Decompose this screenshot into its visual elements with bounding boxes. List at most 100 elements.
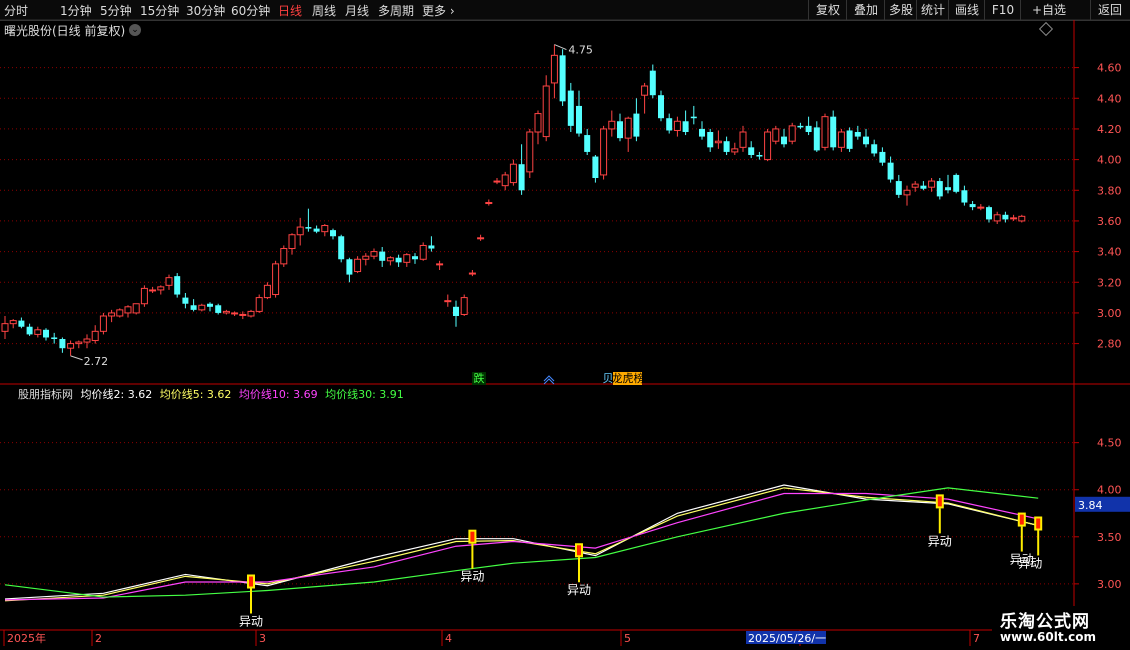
candle-body <box>699 128 705 137</box>
candle-body <box>330 230 336 237</box>
price-tick-label: 3.60 <box>1097 215 1122 228</box>
candle-body <box>453 306 459 316</box>
candle-body <box>509 163 517 184</box>
candle-body <box>395 257 402 263</box>
candle-body <box>993 214 1001 222</box>
candle-body <box>846 130 853 149</box>
candle-body <box>239 313 247 316</box>
signal-bar-core <box>577 545 581 556</box>
candle-body <box>51 337 58 339</box>
candle-body <box>9 320 17 325</box>
candle-body <box>75 341 83 345</box>
x-axis-label: 2025年 <box>7 631 46 645</box>
candle-body <box>428 245 435 249</box>
candle-body <box>403 254 411 263</box>
candle-body <box>272 263 280 296</box>
candle-body <box>280 248 288 265</box>
candle-body <box>821 116 829 148</box>
candle-body <box>231 312 239 315</box>
candle-body <box>222 310 230 314</box>
candle-body <box>419 244 427 260</box>
x-axis-label: 3 <box>259 632 266 645</box>
candle-body <box>379 251 386 261</box>
candle-body <box>132 303 140 314</box>
candle-body <box>559 55 566 102</box>
candle-body <box>116 309 124 317</box>
signal-bar-core <box>1019 514 1024 525</box>
watermark-title: 乐淘公式网 <box>1000 612 1090 632</box>
candle-body <box>190 305 197 310</box>
candle-body <box>99 315 107 332</box>
candle-body <box>658 95 664 119</box>
candle-body <box>608 120 616 130</box>
candle-body <box>1010 217 1018 220</box>
candle-body <box>837 131 845 148</box>
signal-label: 异动 <box>1018 557 1042 571</box>
candle-body <box>305 227 312 229</box>
candle-body <box>969 204 976 208</box>
longhu-marker: 龙虎榜 <box>612 371 645 385</box>
candle-body <box>863 136 869 145</box>
candle-body <box>18 320 25 327</box>
price-tick-label: 3.80 <box>1097 184 1122 197</box>
candle-body <box>739 131 747 148</box>
x-axis-label: 2 <box>95 632 102 645</box>
candle-body <box>673 120 681 131</box>
date-cursor-label: 2025/05/26/一 <box>748 632 826 645</box>
candle-body <box>247 310 255 317</box>
candle-body <box>1 323 9 332</box>
candle-body <box>748 147 755 155</box>
chart-canvas[interactable]: 2.80 3.00 3.20 3.40 3.60 3.80 4.00 4.20 4.40 4.60… <box>0 0 1130 650</box>
die-marker: 跌 <box>474 371 485 385</box>
candle-body <box>501 174 509 187</box>
price-tick-label: 4.40 <box>1097 92 1122 105</box>
candle-body <box>953 174 960 192</box>
signal-bar-core <box>249 576 253 587</box>
low-annotation-leader <box>70 355 83 361</box>
candle-body <box>624 117 632 139</box>
candle-body <box>666 118 673 131</box>
candle-body <box>526 131 534 173</box>
candle-body <box>165 277 173 286</box>
candle-body <box>157 286 165 291</box>
price-tick-label: 3.40 <box>1097 246 1122 259</box>
high-annotation-leader <box>554 44 567 51</box>
candle-body <box>296 226 304 236</box>
candle-body <box>83 338 91 343</box>
candle-body <box>263 284 271 299</box>
signal-label: 异动 <box>460 570 484 584</box>
candle-body <box>714 140 722 144</box>
candle-body <box>255 297 263 312</box>
price-tick-label: 2.80 <box>1097 338 1122 351</box>
candle-body <box>723 141 730 152</box>
candle-body <box>617 121 623 139</box>
candle-body <box>386 257 394 262</box>
candle-body <box>534 113 542 133</box>
candle-body <box>731 148 739 153</box>
candle-body <box>354 258 362 273</box>
candle-body <box>207 303 213 307</box>
ma-line-均价线10 <box>4 492 1039 601</box>
price-tick-label: 4.60 <box>1097 62 1122 75</box>
candle-body <box>813 127 820 151</box>
candle-body <box>961 190 968 203</box>
candle-body <box>468 272 476 275</box>
candle-body <box>986 207 992 220</box>
candle-body <box>338 236 345 260</box>
ma-line-均价线5 <box>4 487 1039 602</box>
indicator-tick-label: 4.50 <box>1097 437 1122 450</box>
candle-body <box>34 329 42 335</box>
candle-body <box>1018 215 1026 222</box>
low-annotation-label: 2.72 <box>84 355 109 368</box>
signal-label: 异动 <box>567 583 591 597</box>
candle-body <box>182 297 189 304</box>
candle-body <box>362 255 370 260</box>
candle-body <box>567 90 574 126</box>
candle-body <box>313 228 320 232</box>
x-axis-label: 4 <box>445 632 452 645</box>
candle-body <box>26 326 33 335</box>
candle-body <box>797 125 804 128</box>
candle-body <box>633 113 640 137</box>
candle-body <box>911 183 919 188</box>
candle-body <box>174 276 181 295</box>
